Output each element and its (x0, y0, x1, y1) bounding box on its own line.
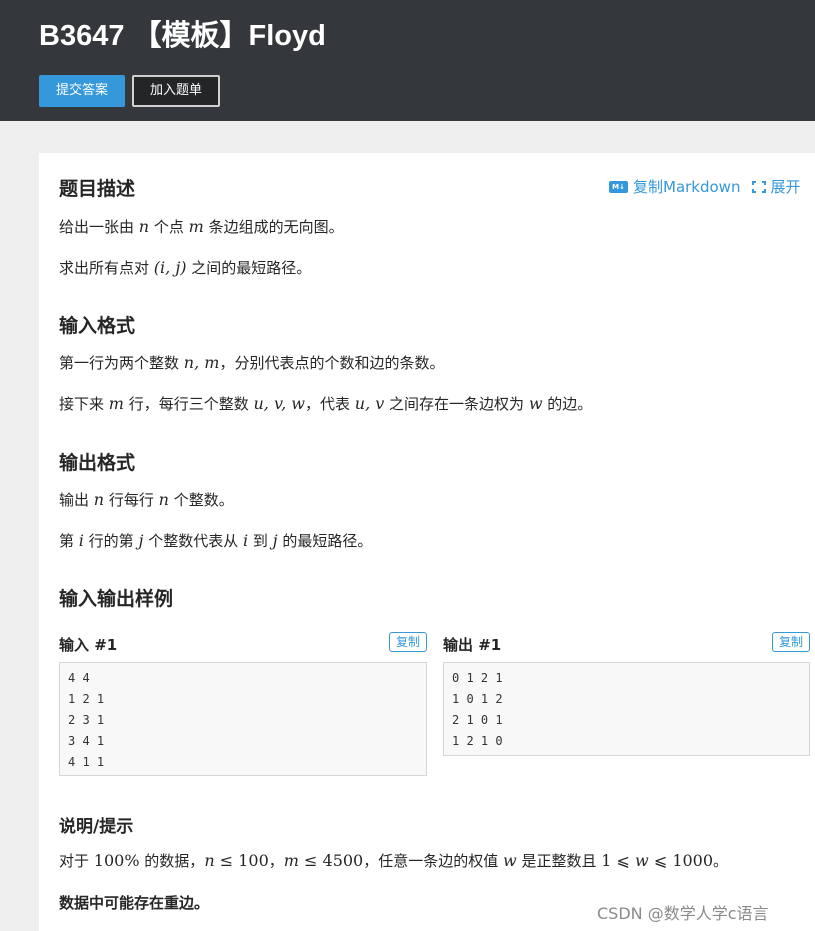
description-line-2: 求出所有点对 (i, j) 之间的最短路径。 (59, 258, 312, 277)
sample-output-line: 2 1 0 1 (452, 713, 503, 727)
copy-input-button[interactable]: 复制 (389, 632, 427, 652)
output-format-line-1: 输出 n 行每行 n 个整数。 (59, 490, 234, 509)
sample-output-line: 0 1 2 1 (452, 671, 503, 685)
sample-input-line: 4 1 1 (68, 755, 105, 769)
expand-icon (752, 180, 767, 193)
input-format-line-1: 第一行为两个整数 n, m，分别代表点的个数和边的条数。 (59, 353, 445, 372)
description-heading: 题目描述 (59, 178, 136, 200)
description-line-1: 给出一张由 n 个点 m 条边组成的无向图。 (59, 217, 344, 236)
sample-output-title: 输出 #1 (443, 636, 502, 654)
sample-input-line: 1 2 1 (68, 692, 105, 706)
sample-input-line: 4 4 (68, 671, 90, 685)
copy-markdown-link[interactable]: 复制Markdown (633, 176, 740, 197)
sample-output-block[interactable]: 0 1 2 1 1 0 1 2 2 1 0 1 1 2 1 0 (443, 662, 810, 756)
hint-line-2: 数据中可能存在重边。 (59, 894, 210, 912)
hint-heading: 说明/提示 (59, 817, 134, 837)
markdown-icon: M↓ (609, 180, 628, 193)
sample-input-block[interactable]: 4 4 1 2 1 2 3 1 3 4 1 4 1 1 (59, 662, 427, 776)
sample-input-line: 3 4 1 (68, 734, 105, 748)
hint-line-1: 对于 100% 的数据，n ≤ 100，m ≤ 4500，任意一条边的权值 w … (59, 851, 729, 870)
add-to-list-button[interactable]: 加入题单 (132, 75, 220, 107)
copy-output-button[interactable]: 复制 (772, 632, 810, 652)
problem-header: B3647 【模板】Floyd 提交答案 加入题单 (0, 0, 815, 121)
problem-title: B3647 【模板】Floyd (39, 20, 326, 52)
input-format-line-2: 接下来 m 行，每行三个整数 u, v, w，代表 u, v 之间存在一条边权为… (59, 394, 593, 413)
sample-input-title: 输入 #1 (59, 636, 118, 654)
sample-input-line: 2 3 1 (68, 713, 105, 727)
sample-output-line: 1 0 1 2 (452, 692, 503, 706)
statement-toolbar: M↓ 复制Markdown 展开 (609, 176, 800, 197)
csdn-watermark: CSDN @数学人学c语言 (597, 904, 769, 923)
output-format-heading: 输出格式 (59, 452, 136, 474)
expand-link[interactable]: 展开 (770, 176, 800, 197)
input-format-heading: 输入格式 (59, 315, 136, 337)
submit-answer-button[interactable]: 提交答案 (39, 75, 125, 107)
sample-output-line: 1 2 1 0 (452, 734, 503, 748)
samples-heading: 输入输出样例 (59, 588, 174, 610)
output-format-line-2: 第 i 行的第 j 个整数代表从 i 到 j 的最短路径。 (59, 531, 373, 550)
